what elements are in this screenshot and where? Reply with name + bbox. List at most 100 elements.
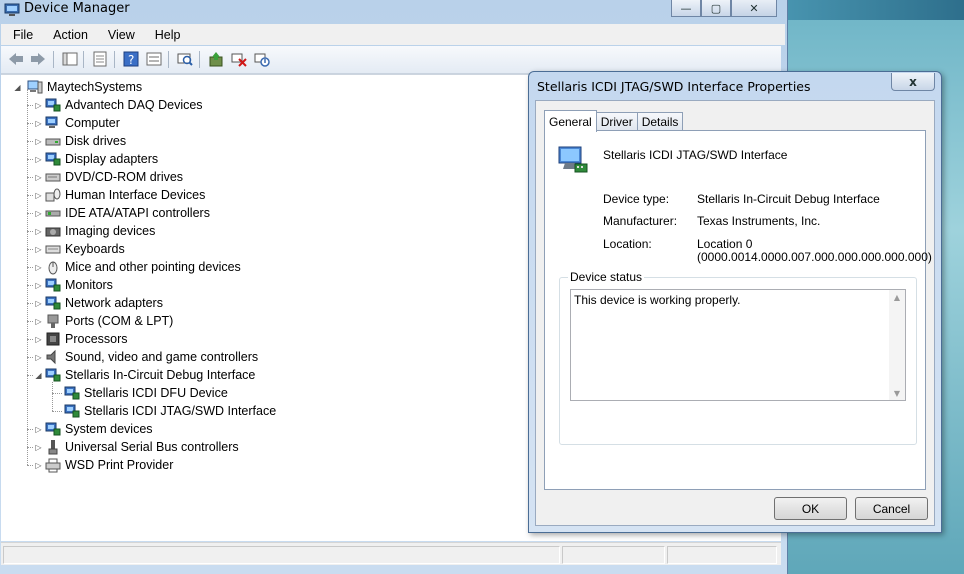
tree-category-item[interactable]: Display adapters [45, 150, 158, 168]
tree-category-label: Imaging devices [65, 224, 156, 238]
tree-category-item[interactable]: Ports (COM & LPT) [45, 312, 173, 330]
forward-button[interactable] [29, 50, 47, 68]
tree-category-item[interactable]: Stellaris In-Circuit Debug Interface [45, 366, 255, 384]
tree-category-label: Sound, video and game controllers [65, 350, 259, 364]
tree-connector [52, 393, 62, 394]
maximize-button[interactable]: ▢ [701, 0, 731, 17]
tree-category-label: Mice and other pointing devices [65, 260, 241, 274]
up-level-button[interactable] [61, 50, 79, 68]
expand-icon[interactable]: ▷ [34, 155, 43, 164]
menu-bar: File Action View Help [1, 24, 785, 45]
computer-icon [27, 80, 43, 94]
close-icon: x [909, 74, 917, 89]
menu-view[interactable]: View [96, 28, 143, 42]
expand-icon[interactable]: ▷ [34, 245, 43, 254]
location-value: Location 0 [697, 237, 753, 251]
tree-category-item[interactable]: Mice and other pointing devices [45, 258, 241, 276]
tree-category-item[interactable]: Keyboards [45, 240, 125, 258]
expand-icon[interactable]: ▷ [34, 299, 43, 308]
tree-category-label: IDE ATA/ATAPI controllers [65, 206, 210, 220]
enable-device-button[interactable] [253, 50, 271, 68]
expand-icon[interactable]: ▷ [34, 101, 43, 110]
expand-icon[interactable]: ▷ [34, 263, 43, 272]
tab-driver[interactable]: Driver [595, 112, 638, 131]
tree-device-item[interactable]: Stellaris ICDI DFU Device [64, 384, 228, 402]
scan-hardware-button[interactable] [176, 50, 194, 68]
tree-connector [52, 411, 62, 412]
scroll-up-icon[interactable]: ▲ [889, 290, 905, 304]
tree-root[interactable]: MaytechSystems [27, 78, 142, 96]
expand-icon[interactable]: ▷ [34, 317, 43, 326]
expand-icon[interactable]: ▷ [34, 425, 43, 434]
printer-icon [45, 458, 61, 473]
properties-icon [93, 51, 107, 67]
manufacturer-value: Texas Instruments, Inc. [697, 214, 821, 228]
back-button[interactable] [7, 50, 25, 68]
dialog-close-button[interactable]: x [891, 73, 935, 91]
location-label: Location: [603, 237, 652, 251]
title-bar[interactable]: Device Manager — ▢ ✕ [0, 0, 787, 22]
tree-category-item[interactable]: Processors [45, 330, 128, 348]
collapse-icon[interactable]: ◢ [34, 371, 43, 380]
toolbar-separator [168, 51, 169, 68]
scroll-down-icon[interactable]: ▼ [889, 386, 905, 400]
expand-icon[interactable]: ▷ [34, 119, 43, 128]
expand-icon[interactable]: ▷ [34, 461, 43, 470]
tree-category-item[interactable]: IDE ATA/ATAPI controllers [45, 204, 210, 222]
expand-icon[interactable]: ▷ [34, 443, 43, 452]
expand-icon[interactable]: ▷ [34, 209, 43, 218]
expand-icon[interactable]: ▷ [34, 353, 43, 362]
debug-interface-icon [64, 386, 80, 400]
tree-category-item[interactable]: Computer [45, 114, 120, 132]
tree-category-label: Stellaris In-Circuit Debug Interface [65, 368, 256, 382]
expand-icon[interactable]: ▷ [34, 227, 43, 236]
window-title: Device Manager [24, 1, 130, 16]
tree-category-item[interactable]: Advantech DAQ Devices [45, 96, 203, 114]
monitor-icon [45, 278, 61, 292]
tree-device-label: Stellaris ICDI DFU Device [84, 386, 228, 400]
tree-category-item[interactable]: DVD/CD-ROM drives [45, 168, 183, 186]
expand-icon[interactable]: ▷ [34, 173, 43, 182]
update-driver-button[interactable] [207, 50, 225, 68]
ok-button[interactable]: OK [774, 497, 847, 520]
menu-action[interactable]: Action [41, 28, 96, 42]
menu-help[interactable]: Help [143, 28, 189, 42]
tree-device-item[interactable]: Stellaris ICDI JTAG/SWD Interface [64, 402, 276, 420]
tab-general[interactable]: General [544, 110, 597, 132]
forward-arrow-icon [31, 53, 45, 65]
tree-view-icon [62, 52, 78, 66]
status-scrollbar[interactable]: ▲ ▼ [889, 290, 905, 400]
tree-connector [27, 465, 33, 466]
close-icon: ✕ [749, 1, 759, 15]
close-button[interactable]: ✕ [731, 0, 777, 17]
tree-category-item[interactable]: System devices [45, 420, 153, 438]
minimize-button[interactable]: — [671, 0, 701, 17]
svg-text:?: ? [128, 53, 134, 67]
device-manager-icon [4, 3, 20, 16]
status-bar [1, 542, 781, 565]
menu-file[interactable]: File [1, 28, 41, 42]
uninstall-button[interactable] [230, 50, 248, 68]
expand-icon[interactable]: ▷ [34, 335, 43, 344]
collapse-icon[interactable]: ◢ [13, 83, 22, 92]
tree-category-item[interactable]: Imaging devices [45, 222, 155, 240]
cancel-button[interactable]: Cancel [855, 497, 928, 520]
expand-icon[interactable]: ▷ [34, 137, 43, 146]
tree-category-item[interactable]: Sound, video and game controllers [45, 348, 258, 366]
tree-category-item[interactable]: Human Interface Devices [45, 186, 205, 204]
device-name: Stellaris ICDI JTAG/SWD Interface [603, 148, 788, 162]
tree-category-item[interactable]: Network adapters [45, 294, 163, 312]
help-button[interactable]: ? [122, 50, 140, 68]
tree-category-item[interactable]: WSD Print Provider [45, 456, 173, 474]
expand-icon[interactable]: ▷ [34, 281, 43, 290]
tree-category-item[interactable]: Disk drives [45, 132, 126, 150]
device-status-textbox[interactable]: This device is working properly. ▲ ▼ [570, 289, 906, 401]
tab-details[interactable]: Details [636, 112, 684, 131]
tree-category-item[interactable]: Monitors [45, 276, 113, 294]
properties-button[interactable] [91, 50, 109, 68]
tree-category-item[interactable]: Universal Serial Bus controllers [45, 438, 239, 456]
show-hidden-button[interactable] [145, 50, 163, 68]
tree-category-label: Monitors [65, 278, 113, 292]
expand-icon[interactable]: ▷ [34, 191, 43, 200]
dialog-body: General Driver Details Stellaris ICDI JT… [535, 100, 935, 526]
